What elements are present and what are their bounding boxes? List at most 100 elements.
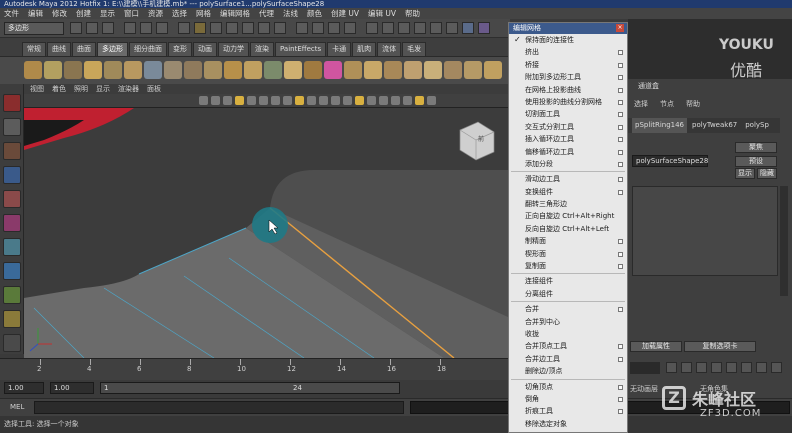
shelf-tool-icon[interactable] [64,61,82,79]
load-attributes-button[interactable]: 加载属性 [630,341,682,352]
face-mask-icon[interactable] [210,22,222,34]
shelf-tool-icon[interactable] [484,61,502,79]
shelf-tab[interactable]: 渲染 [250,42,274,56]
manipulator-tool-icon[interactable] [3,238,21,256]
menu-item[interactable]: 窗口 [124,8,139,19]
option-box-icon[interactable] [618,356,623,362]
viewport-tool-icon[interactable] [259,96,268,105]
option-box-icon[interactable] [618,177,623,183]
move-tool-icon[interactable] [3,166,21,184]
playback-button-icon[interactable] [741,362,752,373]
playback-start-field[interactable]: 1.00 [50,382,94,394]
shelf-tool-icon[interactable] [424,61,442,79]
render-settings-icon[interactable] [344,22,356,34]
shelf-tool-icon[interactable] [464,61,482,79]
shelf-tab[interactable]: 肌肉 [352,42,377,56]
last-tool-icon[interactable] [3,286,21,304]
viewport-tool-icon[interactable] [307,96,316,105]
shelf-tool-icon[interactable] [44,61,62,79]
option-box-icon[interactable] [618,239,623,245]
option-box-icon[interactable] [618,62,623,68]
ipr-render-icon[interactable] [328,22,340,34]
layer-editor-icon[interactable] [478,22,490,34]
shelf-tool-icon[interactable] [104,61,122,79]
shelf-tab[interactable]: 毛发 [402,42,427,56]
shelf-tool-icon[interactable] [344,61,362,79]
viewport-tool-icon[interactable] [319,96,328,105]
snap-point-icon[interactable] [258,22,270,34]
option-box-icon[interactable] [618,75,623,81]
node-tab[interactable]: polySp [742,118,772,133]
menu-item[interactable]: 插入循环边工具 [509,133,627,145]
viewport-tool-icon[interactable] [403,96,412,105]
shelf-tool-icon[interactable] [164,61,182,79]
menu-item[interactable]: 编辑网格 [220,8,250,19]
panel-menu-item[interactable]: 帮助 [686,99,700,109]
shelf-tab[interactable]: 细分曲面 [129,42,167,56]
focus-button[interactable]: 聚焦 [735,142,777,153]
viewport-tool-icon[interactable] [235,96,244,105]
playback-button-icon[interactable] [696,362,707,373]
viewport-tool-icon[interactable] [355,96,364,105]
menu-item[interactable]: 编辑 UV [368,8,396,19]
toggle-tool-icon[interactable] [398,22,410,34]
option-box-icon[interactable] [618,396,623,402]
menu-item[interactable]: 折痕工具 [509,405,627,417]
current-frame-field[interactable] [630,362,660,374]
viewport-tool-icon[interactable] [343,96,352,105]
menu-item[interactable]: 添加分段 [509,158,627,170]
new-scene-icon[interactable] [70,22,82,34]
menu-item[interactable]: 偏移循环边工具 [509,146,627,158]
close-icon[interactable]: × [616,24,624,32]
option-box-icon[interactable] [618,124,623,130]
playback-button-icon[interactable] [711,362,722,373]
viewport-tool-icon[interactable] [211,96,220,105]
viewport-tool-icon[interactable] [283,96,292,105]
menu-item[interactable]: 反向自旋边 Ctrl+Alt+Left [509,223,627,235]
toggle-panel-icon[interactable] [382,22,394,34]
select-component-icon[interactable] [156,22,168,34]
shelf-tool-icon[interactable] [84,61,102,79]
vertex-mask-icon[interactable] [178,22,190,34]
shelf-tab[interactable]: PaintEffects [275,42,327,56]
panel-menu-item[interactable]: 节点 [660,99,674,109]
toggle-layer-icon[interactable] [446,22,458,34]
menu-item[interactable]: 复制面 [509,260,627,272]
option-box-icon[interactable] [618,384,623,390]
time-slider[interactable]: 2 4 6 8 10 12 14 16 18 [0,358,510,380]
copy-tab-button[interactable]: 复制选项卡 [684,341,756,352]
menu-item[interactable]: 滑动边工具 [509,173,627,185]
channel-box-icon[interactable] [462,22,474,34]
menu-item[interactable]: 网格 [196,8,211,19]
playback-button-icon[interactable] [756,362,767,373]
option-box-icon[interactable] [618,112,623,118]
viewport-tool-icon[interactable] [379,96,388,105]
menu-item[interactable]: 附加到多边形工具 [509,71,627,83]
shelf-tool-icon[interactable] [264,61,282,79]
toggle-channel-icon[interactable] [430,22,442,34]
show-button[interactable]: 显示 [735,168,755,179]
option-box-icon[interactable] [618,189,623,195]
input-line-icon[interactable] [366,22,378,34]
option-box-icon[interactable] [618,344,623,350]
shelf-tool-icon[interactable] [224,61,242,79]
menu-item[interactable]: 分离组件 [509,288,627,300]
shelf-tab[interactable]: 常规 [22,42,46,56]
snap-grid-icon[interactable] [226,22,238,34]
viewport-tool-icon[interactable] [295,96,304,105]
menu-item[interactable]: 移除选定对象 [509,418,627,430]
viewport-tool-icon[interactable] [391,96,400,105]
history-icon[interactable] [296,22,308,34]
option-box-icon[interactable] [618,251,623,257]
viewport-menu-item[interactable]: 照明 [74,84,88,94]
save-scene-icon[interactable] [102,22,114,34]
shelf-tool-icon[interactable] [204,61,222,79]
menu-header[interactable]: 编辑网格 × [509,23,627,34]
menu-item[interactable]: 文件 [4,8,19,19]
option-box-icon[interactable] [618,50,623,56]
viewport-tool-icon[interactable] [247,96,256,105]
shelf-tab[interactable]: 曲线 [47,42,71,56]
attribute-scrollbar[interactable] [780,186,788,296]
snap-plane-icon[interactable] [274,22,286,34]
menu-item[interactable]: 显示 [100,8,115,19]
